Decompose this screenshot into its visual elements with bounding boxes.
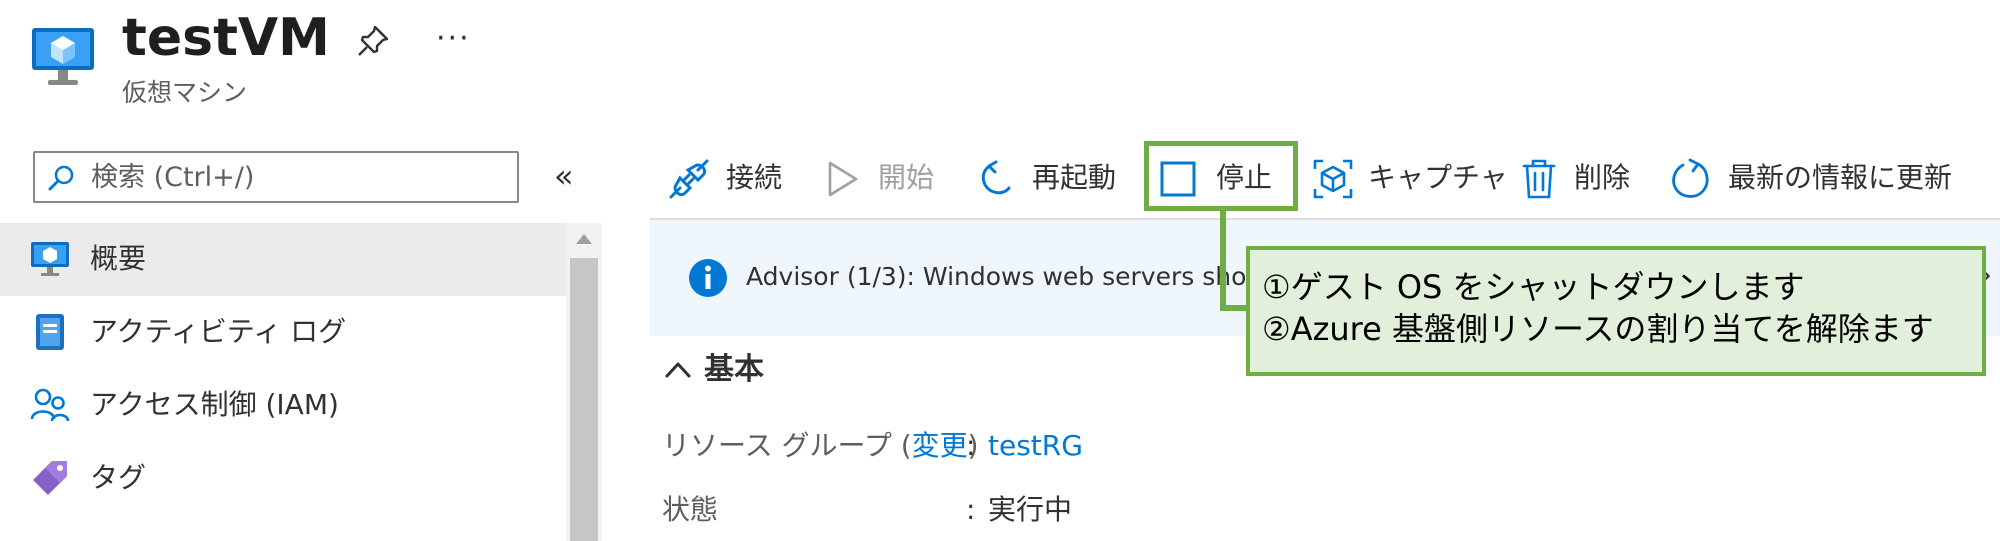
pin-icon[interactable] [356, 24, 390, 58]
sidebar-item-overview[interactable]: 概要 [0, 223, 566, 296]
search-input[interactable]: 検索 (Ctrl+/) [33, 151, 519, 203]
more-options-icon[interactable]: ··· [436, 22, 471, 56]
sidebar-item-label: 概要 [90, 242, 147, 275]
callout-line-1: ①ゲスト OS をシャットダウンします [1262, 268, 1805, 306]
play-icon [828, 161, 858, 197]
sidebar-item-label: アクティビティ ログ [90, 315, 347, 348]
tag-icon [33, 461, 67, 495]
callout-line-2: ②Azure 基盤側リソースの割り当てを解除ます [1262, 310, 1934, 348]
connect-label: 接続 [726, 161, 783, 194]
virtual-machine-icon [31, 242, 69, 276]
connect-plug-icon [669, 159, 709, 199]
restart-icon [981, 160, 1011, 195]
users-icon [30, 388, 70, 422]
refresh-icon [1672, 158, 1709, 198]
scroll-up-icon[interactable] [574, 232, 594, 246]
status-value: 実行中 [988, 493, 1073, 526]
annotation-callout: ①ゲスト OS をシャットダウンします ②Azure 基盤側リソースの割り当てを… [1246, 246, 1986, 376]
callout-connector [1220, 305, 1248, 311]
resource-group-label-text: リソース グループ ( [662, 429, 912, 462]
delete-label: 削除 [1574, 161, 1631, 194]
trash-icon [1522, 159, 1556, 199]
sidebar-item-label: タグ [90, 461, 147, 494]
page-subtitle: 仮想マシン [122, 78, 248, 107]
sidebar-item-tags[interactable]: タグ [0, 442, 566, 515]
page-title: testVM [122, 8, 330, 68]
capture-button[interactable]: キャプチャ [1312, 148, 1508, 208]
virtual-machine-icon [32, 28, 94, 85]
start-label: 開始 [878, 161, 935, 194]
restart-label: 再起動 [1032, 161, 1117, 194]
sidebar-item-activity-log[interactable]: アクティビティ ログ [0, 296, 566, 369]
start-button[interactable]: 開始 [822, 148, 946, 208]
delete-button[interactable]: 削除 [1518, 148, 1636, 208]
stop-button-highlight [1144, 141, 1298, 211]
status-colon: : [966, 493, 976, 526]
resource-group-label: リソース グループ (変更) [662, 428, 979, 464]
sidebar-item-label: アクセス制御 (IAM) [90, 388, 339, 421]
essentials-header[interactable]: 基本 [704, 352, 764, 388]
search-placeholder: 検索 (Ctrl+/) [91, 162, 255, 193]
advisor-message: Advisor (1/3): Windows web servers shou [746, 262, 1263, 291]
refresh-button[interactable]: 最新の情報に更新 [1670, 148, 1970, 208]
collapse-sidebar-icon[interactable]: « [554, 158, 574, 194]
callout-connector [1220, 211, 1226, 311]
sidebar-item-access-control[interactable]: アクセス制御 (IAM) [0, 369, 566, 442]
status-label: 状態 [662, 493, 719, 526]
connect-button[interactable]: 接続 [668, 148, 790, 208]
capture-label: キャプチャ [1368, 161, 1508, 194]
search-icon [48, 165, 74, 191]
refresh-label: 最新の情報に更新 [1728, 161, 1953, 194]
info-icon [689, 259, 727, 297]
chevron-up-icon[interactable] [664, 358, 692, 380]
resource-group-colon: : [966, 429, 976, 462]
sidebar-scrollbar-thumb[interactable] [570, 258, 598, 541]
capture-icon [1313, 159, 1353, 199]
restart-button[interactable]: 再起動 [976, 148, 1126, 208]
change-resource-group-link[interactable]: 変更 [912, 429, 968, 462]
resource-group-value-link[interactable]: testRG [988, 428, 1083, 464]
activity-log-icon [36, 314, 64, 350]
